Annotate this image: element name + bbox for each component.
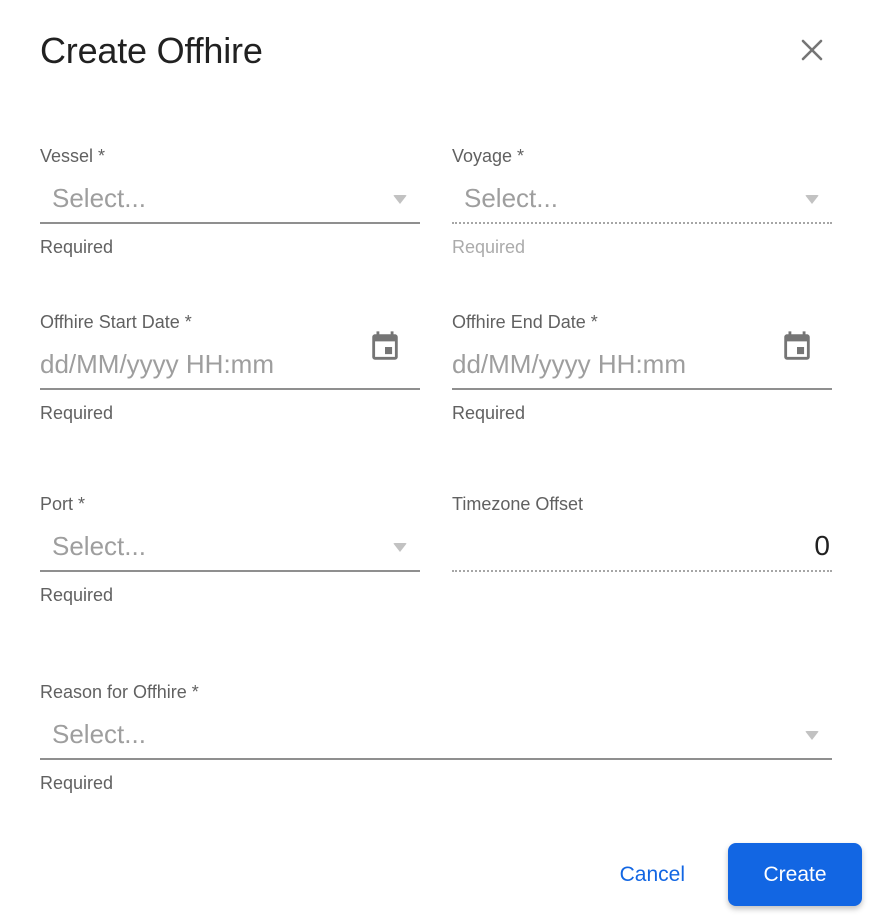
calendar-icon xyxy=(368,331,402,367)
chevron-down-icon xyxy=(393,543,407,552)
offhire-end-date-input[interactable] xyxy=(452,348,776,380)
offhire-end-date-label: Offhire End Date * xyxy=(452,312,598,332)
reason-for-offhire-label: Reason for Offhire * xyxy=(40,682,199,702)
row-reason: Reason for Offhire * Select... Required xyxy=(40,682,832,794)
offhire-start-date-label: Offhire Start Date * xyxy=(40,312,192,332)
start-date-picker-button[interactable] xyxy=(368,330,402,364)
row-offhire-dates: Offhire Start Date * Required Offhire En… xyxy=(40,312,832,424)
offhire-start-date-control xyxy=(40,331,420,390)
dialog-title: Create Offhire xyxy=(40,30,263,71)
voyage-required-text: Required xyxy=(452,237,526,257)
calendar-icon xyxy=(780,331,814,367)
port-select[interactable]: Select... xyxy=(40,522,420,572)
port-required-text: Required xyxy=(40,585,114,605)
voyage-field: Voyage * Select... Required xyxy=(452,146,832,258)
offhire-start-date-required-text: Required xyxy=(40,403,114,423)
row-vessel-voyage: Vessel * Select... Required Voyage * Sel… xyxy=(40,146,832,258)
dialog-header: Create Offhire xyxy=(40,28,832,74)
offhire-end-date-field: Offhire End Date * Required xyxy=(452,312,832,424)
voyage-select-value: Select... xyxy=(464,183,558,213)
timezone-offset-label: Timezone Offset xyxy=(452,494,584,514)
vessel-select[interactable]: Select... xyxy=(40,174,420,224)
end-date-picker-button[interactable] xyxy=(780,330,814,364)
timezone-offset-input xyxy=(452,530,832,562)
offhire-end-date-control xyxy=(452,331,832,390)
row-port-timezone: Port * Select... Required Timezone Offse… xyxy=(40,494,832,606)
dialog-footer: Cancel Create xyxy=(40,843,862,906)
close-button[interactable] xyxy=(798,36,826,64)
reason-for-offhire-select-value: Select... xyxy=(52,719,146,749)
chevron-down-icon xyxy=(805,195,819,204)
voyage-label: Voyage * xyxy=(452,146,525,166)
timezone-offset-control xyxy=(452,522,832,572)
offhire-end-date-required-text: Required xyxy=(452,403,526,423)
reason-for-offhire-select[interactable]: Select... xyxy=(40,710,832,760)
vessel-label: Vessel * xyxy=(40,146,106,166)
create-button[interactable]: Create xyxy=(728,843,862,906)
reason-for-offhire-field: Reason for Offhire * Select... Required xyxy=(40,682,832,794)
vessel-field: Vessel * Select... Required xyxy=(40,146,420,258)
vessel-required-text: Required xyxy=(40,237,114,257)
create-offhire-dialog: Create Offhire Vessel * Select... Requir… xyxy=(0,0,876,924)
voyage-select: Select... xyxy=(452,174,832,224)
port-label: Port * xyxy=(40,494,86,514)
vessel-select-value: Select... xyxy=(52,183,146,213)
offhire-start-date-input[interactable] xyxy=(40,348,364,380)
chevron-down-icon xyxy=(805,731,819,740)
timezone-offset-field: Timezone Offset xyxy=(452,494,832,606)
reason-for-offhire-required-text: Required xyxy=(40,773,114,793)
offhire-start-date-field: Offhire Start Date * Required xyxy=(40,312,420,424)
port-select-value: Select... xyxy=(52,531,146,561)
chevron-down-icon xyxy=(393,195,407,204)
cancel-button[interactable]: Cancel xyxy=(620,855,685,895)
port-field: Port * Select... Required xyxy=(40,494,420,606)
close-icon xyxy=(798,39,826,67)
